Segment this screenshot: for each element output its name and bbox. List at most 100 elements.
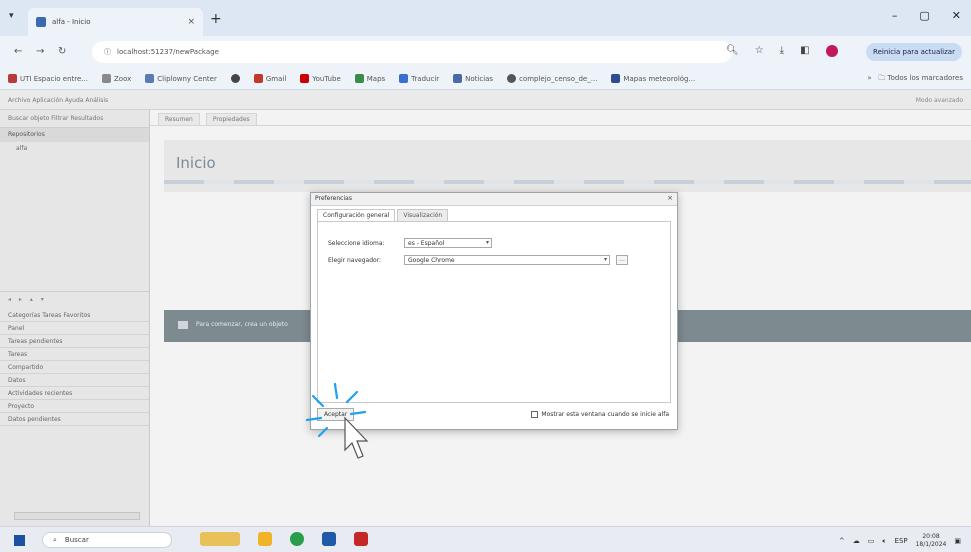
windows-start-icon[interactable] bbox=[14, 535, 25, 546]
reload-icon[interactable]: ↻ bbox=[58, 46, 66, 57]
youtube-icon bbox=[300, 74, 310, 83]
word-icon[interactable] bbox=[322, 532, 336, 546]
tab-search-icon[interactable]: ▾ bbox=[9, 11, 14, 21]
search-placeholder: Buscar bbox=[64, 536, 89, 544]
tab-properties[interactable]: Propiedades bbox=[205, 113, 257, 125]
zoom-icon[interactable]: 🔍︎ bbox=[726, 45, 739, 57]
content-tabs: Resumen Propiedades bbox=[150, 110, 971, 126]
list-item[interactable]: Tareas bbox=[0, 348, 149, 361]
github-icon bbox=[230, 74, 240, 83]
sidebar: Buscar objeto Filtrar Resultados Reposit… bbox=[0, 110, 150, 526]
click-highlight bbox=[305, 382, 369, 459]
clock-date: 18/1/2024 bbox=[915, 541, 947, 548]
minimize-icon[interactable]: – bbox=[892, 9, 898, 22]
notification-icon[interactable]: ▣ bbox=[954, 537, 961, 545]
dialog-titlebar: Preferencias × bbox=[311, 193, 677, 206]
tab-summary[interactable]: Resumen bbox=[158, 113, 200, 125]
show-on-start-checkbox[interactable]: Mostrar esta ventana cuando se inicie al… bbox=[531, 411, 669, 418]
tray-chevron-icon[interactable]: ^ bbox=[839, 537, 845, 545]
chrome-icon[interactable] bbox=[290, 532, 304, 546]
list-item[interactable]: Datos pendientes bbox=[0, 413, 149, 426]
site-info-icon[interactable]: ⓘ bbox=[104, 47, 111, 57]
list-item[interactable]: Datos bbox=[0, 374, 149, 387]
sidebar-tabs[interactable]: Categorías Tareas Favoritos bbox=[0, 309, 149, 322]
close-window-icon[interactable]: ✕ bbox=[952, 9, 961, 22]
search-icon: ⌕ bbox=[53, 535, 57, 544]
sidepanel-icon[interactable]: ◧ bbox=[800, 45, 809, 57]
mode-link[interactable]: Modo avanzado bbox=[916, 97, 963, 104]
bookmark-item[interactable]: YouTube bbox=[300, 74, 341, 83]
all-bookmarks-link[interactable]: » 🗀 Todos los marcadores bbox=[867, 74, 963, 85]
list-item[interactable]: Compartido bbox=[0, 361, 149, 374]
bookmark-item[interactable]: Cliplowny Center bbox=[145, 74, 217, 83]
back-icon[interactable]: ← bbox=[14, 46, 22, 57]
url-text: localhost:51237/newPackage bbox=[117, 48, 219, 56]
sidebar-tools[interactable]: ◂ ▸ ▴ ▾ bbox=[0, 291, 149, 309]
cloud-icon[interactable]: ☁ bbox=[853, 537, 860, 545]
sidebar-scrollbar[interactable] bbox=[14, 512, 140, 520]
list-item[interactable]: Proyecto bbox=[0, 400, 149, 413]
file-explorer-icon[interactable] bbox=[258, 532, 272, 546]
taskbar-apps bbox=[200, 532, 368, 546]
list-item[interactable]: Actividades recientes bbox=[0, 387, 149, 400]
url-bar[interactable]: ⓘ localhost:51237/newPackage bbox=[92, 41, 732, 63]
language-indicator[interactable]: ESP bbox=[895, 537, 908, 545]
address-icons: 🔍︎ ☆ ⤓ ◧ bbox=[726, 45, 838, 57]
click-burst-icon bbox=[305, 382, 367, 438]
network-icon[interactable]: ▭ bbox=[868, 537, 875, 545]
favicon-icon bbox=[36, 17, 46, 27]
dialog-close-icon[interactable]: × bbox=[667, 194, 673, 202]
page-title: Inicio bbox=[176, 154, 216, 172]
chevron-down-icon: ▾ bbox=[603, 256, 607, 263]
app-menu[interactable]: Archivo Aplicación Ayuda Análisis bbox=[8, 97, 108, 104]
bookmark-item[interactable]: Zoox bbox=[102, 74, 131, 83]
bookmark-item[interactable]: UTI Espacio entre... bbox=[8, 74, 88, 83]
bookmark-icon bbox=[102, 74, 111, 83]
download-icon[interactable]: ⤓ bbox=[780, 45, 784, 57]
clock[interactable]: 20:08 18/1/2024 bbox=[916, 533, 947, 549]
app-menubar: Archivo Aplicación Ayuda Análisis Modo a… bbox=[0, 90, 971, 110]
banner-text: Para comenzar, crea un objeto bbox=[196, 321, 288, 328]
update-button[interactable]: Reinicia para actualizar bbox=[866, 43, 962, 61]
language-value: es - Español bbox=[408, 240, 445, 247]
maximize-icon[interactable]: ▢ bbox=[919, 9, 929, 22]
profile-avatar[interactable] bbox=[825, 45, 838, 57]
bookmark-item[interactable]: Gmail bbox=[253, 74, 286, 83]
bookmark-item[interactable]: complejo_censo_de_... bbox=[507, 74, 597, 83]
checkbox-label: Mostrar esta ventana cuando se inicie al… bbox=[541, 411, 669, 418]
address-toolbar: ← → ↻ ⓘ localhost:51237/newPackage 🔍︎ ☆ … bbox=[0, 36, 971, 68]
taskbar-search[interactable]: ⌕ Buscar bbox=[42, 532, 172, 548]
folder-icon bbox=[178, 321, 188, 329]
star-icon[interactable]: ☆ bbox=[755, 45, 764, 57]
browser-tab[interactable]: alfa - Inicio × bbox=[28, 8, 203, 36]
close-tab-icon[interactable]: × bbox=[187, 17, 195, 27]
browse-button[interactable]: … bbox=[616, 255, 628, 265]
bookmark-item[interactable]: Mapas meteorológ... bbox=[611, 74, 695, 83]
sidebar-item[interactable]: alfa bbox=[0, 142, 149, 156]
new-tab-icon[interactable]: + bbox=[210, 11, 222, 27]
widget-icon[interactable] bbox=[200, 532, 240, 546]
gmail-icon bbox=[253, 74, 263, 83]
browser-select[interactable]: Google Chrome ▾ bbox=[404, 255, 610, 265]
header-divider bbox=[164, 180, 971, 184]
bookmarks-bar: UTI Espacio entre... Zoox Cliplowny Cent… bbox=[0, 68, 971, 90]
bookmark-item[interactable]: Noticias bbox=[453, 74, 493, 83]
dialog-body: Seleccione idioma: es - Español ▾ Elegir… bbox=[317, 221, 671, 403]
language-label: Seleccione idioma: bbox=[328, 239, 385, 247]
bookmark-item[interactable]: Traducir bbox=[399, 74, 439, 83]
app-icon[interactable] bbox=[354, 532, 368, 546]
news-icon bbox=[453, 74, 463, 83]
language-row: Seleccione idioma: es - Español ▾ bbox=[328, 238, 492, 248]
bookmark-item[interactable] bbox=[230, 74, 240, 83]
sidebar-section: Repositorios bbox=[0, 128, 149, 142]
globe-icon bbox=[507, 74, 517, 83]
list-item[interactable]: Panel bbox=[0, 322, 149, 335]
system-tray: ^ ☁ ▭ 🔈︎ ESP 20:08 18/1/2024 ▣ bbox=[839, 533, 961, 549]
bookmark-item[interactable]: Maps bbox=[354, 74, 385, 83]
list-item[interactable]: Tareas pendientes bbox=[0, 335, 149, 348]
volume-icon[interactable]: 🔈︎ bbox=[882, 537, 886, 546]
sidebar-search[interactable]: Buscar objeto Filtrar Resultados bbox=[0, 110, 149, 128]
language-select[interactable]: es - Español ▾ bbox=[404, 238, 492, 248]
forward-icon[interactable]: → bbox=[36, 46, 44, 57]
checkbox-box[interactable] bbox=[531, 411, 539, 418]
